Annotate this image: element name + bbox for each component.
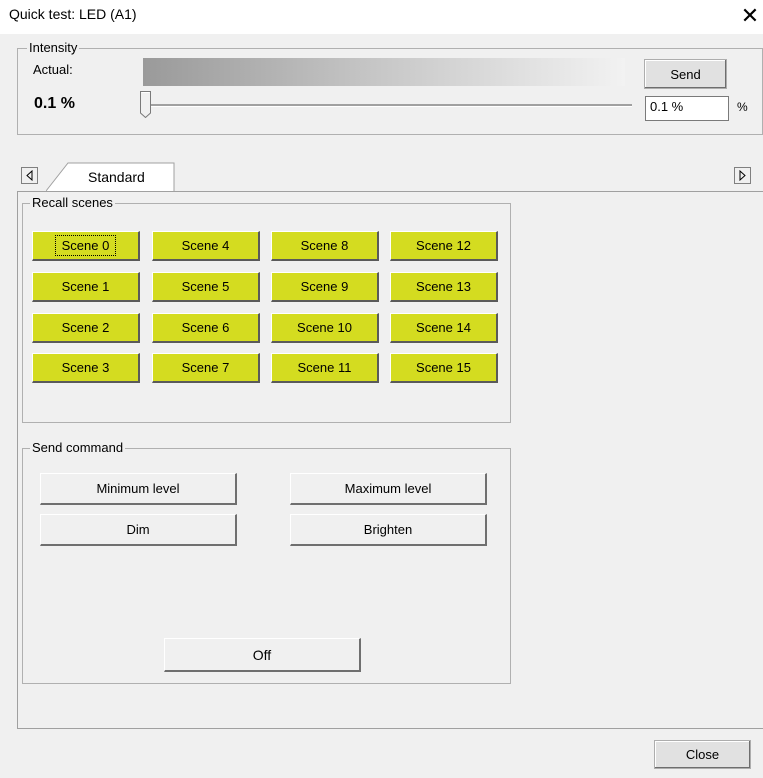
scene-button-label: Scene 1	[61, 279, 110, 294]
scene-button[interactable]: Scene 5	[152, 272, 260, 302]
scene-button[interactable]: Scene 14	[390, 313, 498, 343]
scene-button-label: Scene 2	[61, 320, 110, 335]
scene-button[interactable]: Scene 3	[32, 353, 140, 383]
intensity-input[interactable]: 0.1 %	[645, 96, 729, 121]
scene-button-label: Scene 10	[297, 320, 352, 335]
percent-unit-label: %	[737, 100, 748, 114]
scene-button-label: Scene 7	[181, 360, 230, 375]
window-title: Quick test: LED (A1)	[9, 6, 137, 22]
scene-button-label: Scene 12	[416, 238, 471, 253]
scene-button-label: Scene 4	[181, 238, 230, 253]
brighten-button[interactable]: Brighten	[290, 514, 487, 546]
scene-button[interactable]: Scene 12	[390, 231, 498, 261]
intensity-level-bar	[143, 58, 625, 86]
scene-button[interactable]: Scene 1	[32, 272, 140, 302]
tab-standard-label: Standard	[88, 169, 145, 185]
scene-button-label: Scene 11	[297, 360, 352, 375]
scene-button[interactable]: Scene 15	[390, 353, 498, 383]
scene-button-label: Scene 15	[416, 360, 471, 375]
scene-button-label: Scene 14	[416, 320, 471, 335]
scene-button-label: Scene 3	[61, 360, 110, 375]
off-button[interactable]: Off	[164, 638, 361, 672]
scene-button-label: Scene 9	[300, 279, 349, 294]
send-button[interactable]: Send	[644, 59, 727, 89]
scene-button[interactable]: Scene 8	[271, 231, 379, 261]
scene-button-label: Scene 6	[181, 320, 230, 335]
slider-thumb[interactable]	[140, 91, 151, 119]
intensity-slider[interactable]	[140, 90, 632, 120]
scene-button[interactable]: Scene 13	[390, 272, 498, 302]
scene-button[interactable]: Scene 0	[32, 231, 140, 261]
arrow-right-icon[interactable]	[734, 167, 751, 184]
scene-button[interactable]: Scene 4	[152, 231, 260, 261]
scene-button[interactable]: Scene 7	[152, 353, 260, 383]
intensity-legend: Intensity	[27, 40, 80, 55]
close-button[interactable]: Close	[654, 740, 751, 769]
scene-button[interactable]: Scene 2	[32, 313, 140, 343]
slider-track	[148, 104, 632, 107]
send-command-legend: Send command	[30, 440, 126, 455]
scene-button[interactable]: Scene 10	[271, 313, 379, 343]
minimum-level-button[interactable]: Minimum level	[40, 473, 237, 505]
scene-button-label: Scene 8	[300, 238, 349, 253]
tab-standard[interactable]: Standard	[46, 162, 176, 192]
scene-button[interactable]: Scene 6	[152, 313, 260, 343]
close-icon[interactable]: ✕	[738, 2, 762, 30]
scene-button[interactable]: Scene 9	[271, 272, 379, 302]
scene-button-label: Scene 13	[416, 279, 471, 294]
actual-label: Actual:	[33, 62, 73, 77]
scene-button-label: Scene 0	[54, 235, 117, 256]
recall-scenes-legend: Recall scenes	[30, 195, 115, 210]
scene-button[interactable]: Scene 11	[271, 353, 379, 383]
actual-value: 0.1 %	[34, 95, 75, 112]
maximum-level-button[interactable]: Maximum level	[290, 473, 487, 505]
scene-button-label: Scene 5	[181, 279, 230, 294]
arrow-left-icon[interactable]	[21, 167, 38, 184]
dim-button[interactable]: Dim	[40, 514, 237, 546]
title-bar: Quick test: LED (A1) ✕	[0, 0, 763, 34]
